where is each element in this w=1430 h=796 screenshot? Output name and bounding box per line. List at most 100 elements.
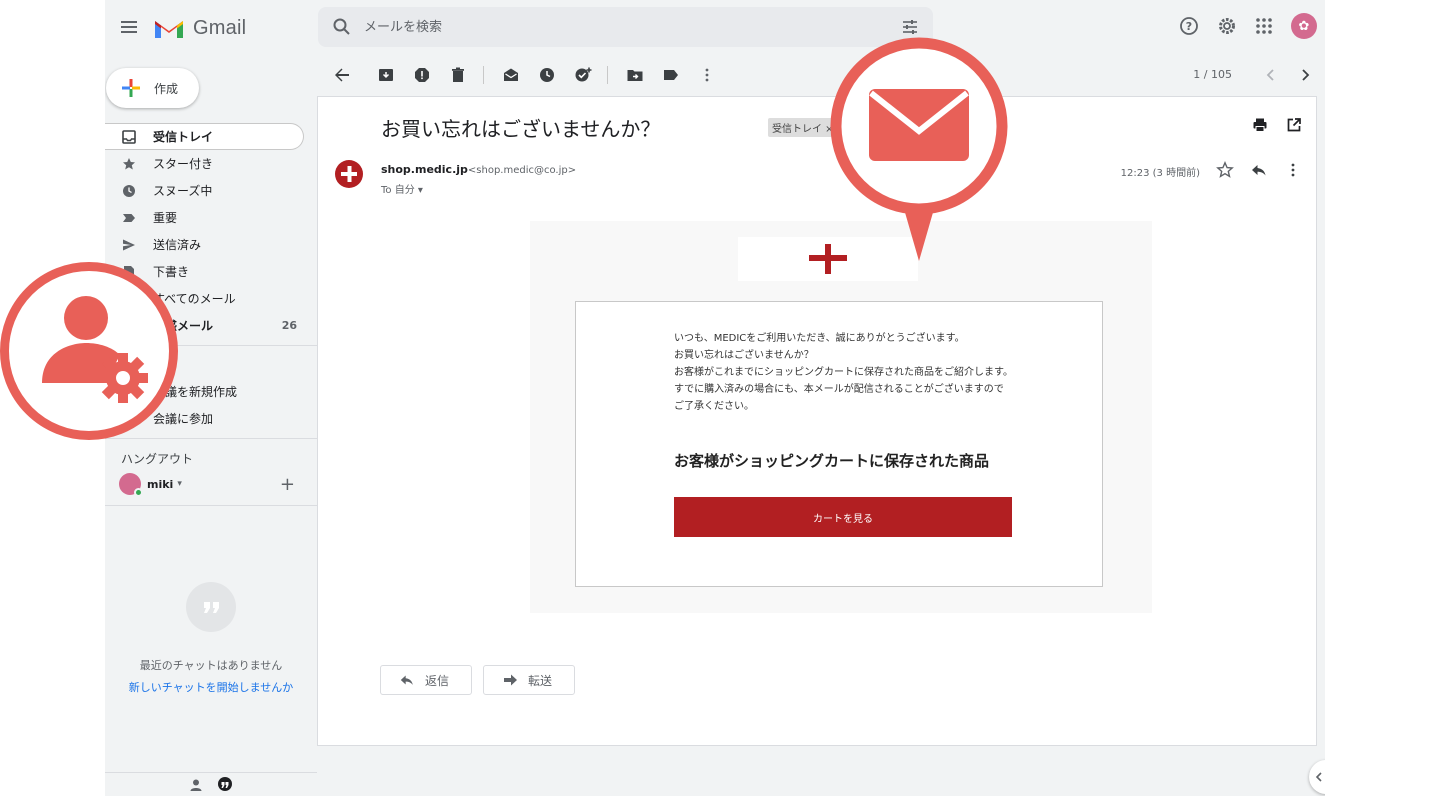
message-toolbar: 1 / 105 bbox=[318, 54, 1318, 96]
top-right-actions: ? ✿ bbox=[1179, 13, 1317, 39]
pane-actions bbox=[1252, 117, 1302, 133]
label-icon[interactable] bbox=[662, 66, 680, 84]
chat-bubble-icon bbox=[186, 582, 236, 632]
star-icon[interactable] bbox=[1216, 161, 1234, 179]
account-avatar[interactable]: ✿ bbox=[1291, 13, 1317, 39]
online-status-icon bbox=[134, 488, 143, 497]
toolbar-divider bbox=[483, 66, 484, 84]
app-name: Gmail bbox=[193, 16, 247, 39]
message-pane: お買い忘れはございませんか？ 受信トレイ × shop.medic.jp<sho… bbox=[317, 96, 1317, 746]
reply-button[interactable]: 返信 bbox=[380, 665, 473, 695]
reply-icon[interactable] bbox=[1250, 161, 1268, 179]
reply-forward-bar: 返信 転送 bbox=[380, 665, 576, 695]
label-important-icon bbox=[121, 210, 137, 226]
chevron-left-icon[interactable] bbox=[1262, 66, 1280, 84]
gmail-logo[interactable]: Gmail bbox=[153, 14, 246, 42]
delete-trash-icon[interactable] bbox=[449, 66, 467, 84]
message-actions bbox=[1216, 161, 1302, 179]
view-cart-button[interactable]: カートを見る bbox=[674, 497, 1012, 537]
reply-icon bbox=[399, 672, 415, 688]
add-chat-icon[interactable]: + bbox=[280, 474, 295, 495]
sidebar-item-inbox[interactable]: 受信トレイ bbox=[105, 123, 304, 150]
report-spam-icon[interactable] bbox=[413, 66, 431, 84]
search-options-icon[interactable] bbox=[901, 18, 919, 36]
sidebar-item-snoozed[interactable]: スヌーズ中 bbox=[105, 177, 317, 204]
sidebar-item-starred[interactable]: スター付き bbox=[105, 150, 317, 177]
move-to-folder-icon[interactable] bbox=[626, 66, 644, 84]
chevron-down-icon[interactable]: ▾ bbox=[177, 479, 182, 489]
compose-label: 作成 bbox=[154, 81, 179, 96]
search-icon[interactable] bbox=[332, 17, 352, 37]
archive-icon[interactable] bbox=[377, 66, 395, 84]
hangouts-user[interactable]: miki ▾ + bbox=[105, 469, 317, 499]
email-timestamp: 12:23 (3 時間前) bbox=[1120, 168, 1200, 179]
chevron-left-icon bbox=[1315, 772, 1322, 782]
hangouts-icon[interactable] bbox=[217, 776, 233, 793]
forward-icon bbox=[502, 672, 518, 688]
settings-gear-icon[interactable] bbox=[1217, 16, 1237, 36]
email-body: いつも、MEDICをご利用いただき、誠にありがとうございます。 お買い忘れはござ… bbox=[530, 221, 1152, 613]
person-icon[interactable] bbox=[189, 778, 203, 792]
hangouts-username: miki bbox=[147, 477, 174, 491]
apps-grid-icon[interactable] bbox=[1255, 17, 1273, 35]
divider bbox=[105, 505, 317, 506]
send-icon bbox=[121, 237, 137, 253]
sidebar-item-label: スヌーズ中 bbox=[153, 184, 213, 198]
add-to-tasks-icon[interactable] bbox=[574, 66, 592, 84]
back-arrow-icon[interactable] bbox=[333, 66, 351, 84]
spam-count: 26 bbox=[281, 319, 297, 332]
sender-avatar bbox=[335, 160, 363, 188]
user-gear-icon bbox=[42, 296, 148, 403]
gmail-m-icon bbox=[155, 21, 183, 38]
email-body-heading: お客様がショッピングカートに保存された商品 bbox=[674, 452, 990, 470]
chevron-right-icon[interactable] bbox=[1296, 66, 1314, 84]
open-in-new-window-icon[interactable] bbox=[1286, 117, 1302, 133]
mark-unread-icon[interactable] bbox=[502, 66, 520, 84]
email-content-card: いつも、MEDICをご利用いただき、誠にありがとうございます。 お買い忘れはござ… bbox=[575, 301, 1103, 587]
medic-cross-icon bbox=[341, 166, 357, 182]
pagination-count: 1 / 105 bbox=[1193, 68, 1232, 81]
sidebar-item-label: 重要 bbox=[153, 211, 178, 225]
top-bar: Gmail ? ✿ bbox=[105, 0, 1325, 54]
sidebar-item-label: 受信トレイ bbox=[153, 130, 214, 144]
mail-pin-badge bbox=[830, 37, 1008, 261]
avatar bbox=[119, 473, 143, 497]
reply-label: 返信 bbox=[425, 673, 450, 688]
print-icon[interactable] bbox=[1252, 117, 1268, 133]
side-panel-toggle[interactable] bbox=[1309, 760, 1325, 794]
sidebar-item-label: 送信済み bbox=[153, 238, 202, 252]
inbox-label-chip[interactable]: 受信トレイ × bbox=[768, 118, 838, 137]
sender-name: shop.medic.jp bbox=[381, 163, 468, 176]
no-recent-chats-text: 最近のチャットはありません bbox=[139, 659, 283, 672]
forward-label: 転送 bbox=[528, 673, 553, 688]
compose-button[interactable]: 作成 bbox=[106, 68, 199, 108]
user-settings-badge bbox=[0, 262, 178, 440]
email-subject: お買い忘れはございませんか？ bbox=[381, 117, 661, 141]
plus-icon bbox=[122, 79, 140, 97]
sidebar-item-important[interactable]: 重要 bbox=[105, 204, 317, 231]
toolbar-divider bbox=[607, 66, 608, 84]
sidebar-footer bbox=[105, 772, 317, 796]
gmail-window: Gmail ? ✿ 作成 bbox=[105, 0, 1325, 796]
sidebar-item-label: スター付き bbox=[153, 157, 214, 171]
search-input[interactable] bbox=[364, 7, 864, 47]
snooze-clock-icon[interactable] bbox=[538, 66, 556, 84]
clock-icon bbox=[121, 183, 137, 199]
hangouts-label: ハングアウト bbox=[121, 451, 194, 466]
svg-text:?: ? bbox=[1186, 20, 1192, 33]
star-icon bbox=[121, 156, 137, 172]
sidebar-item-sent[interactable]: 送信済み bbox=[105, 231, 317, 258]
sender-line: shop.medic.jp<shop.medic@co.jp> bbox=[381, 163, 576, 176]
sender-address: <shop.medic@co.jp> bbox=[467, 165, 577, 176]
more-vertical-icon[interactable] bbox=[1284, 161, 1302, 179]
more-vertical-icon[interactable] bbox=[698, 66, 716, 84]
hamburger-menu-icon[interactable] bbox=[119, 17, 139, 37]
recipient-details[interactable]: To 自分 ▾ bbox=[381, 181, 423, 196]
divider bbox=[105, 438, 317, 439]
email-body-text: いつも、MEDICをご利用いただき、誠にありがとうございます。 お買い忘れはござ… bbox=[674, 333, 1013, 412]
start-new-chat-link[interactable]: 新しいチャットを開始しませんか bbox=[105, 679, 317, 695]
inbox-icon bbox=[121, 129, 137, 145]
forward-button[interactable]: 転送 bbox=[483, 665, 576, 695]
help-icon[interactable]: ? bbox=[1179, 16, 1199, 36]
flower-icon: ✿ bbox=[1298, 18, 1310, 34]
